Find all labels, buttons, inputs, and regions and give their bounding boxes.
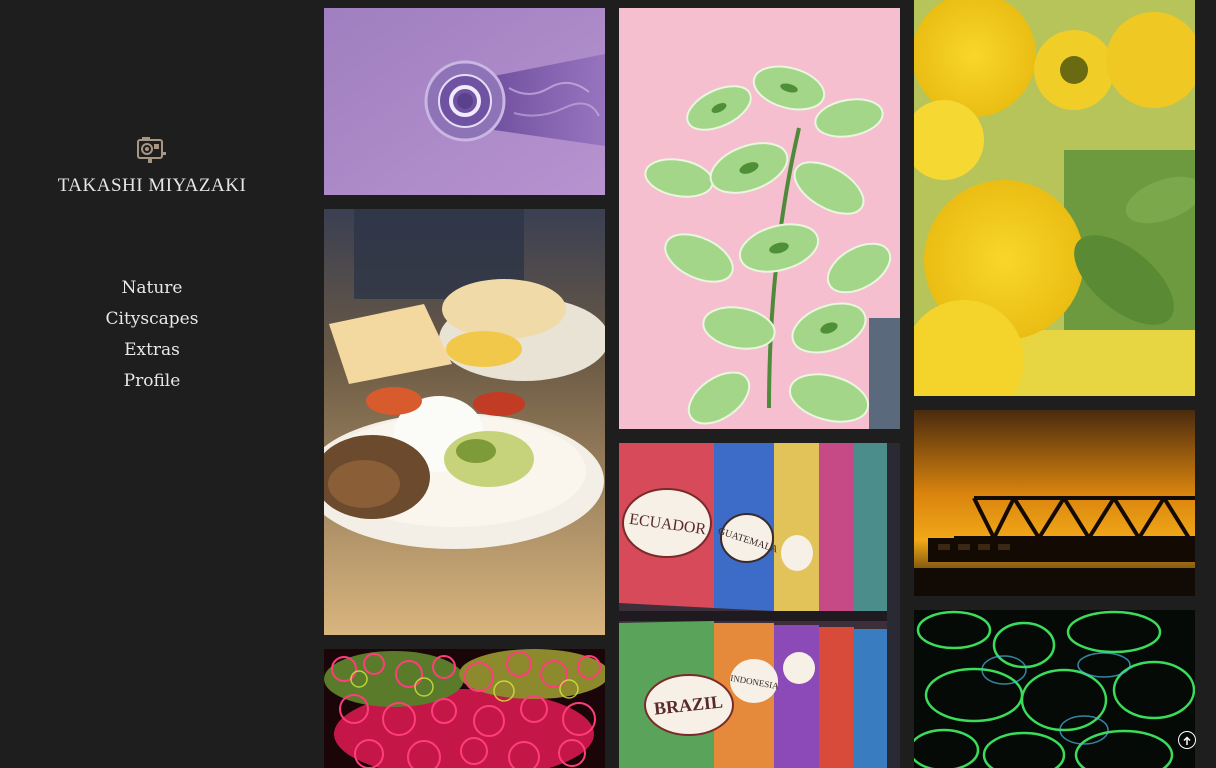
photo-coffee-bag-wall[interactable]: ECUADOR GUATEMALA BRAZIL INDONESIA xyxy=(619,443,900,768)
photo-plant-on-pink[interactable] xyxy=(619,8,900,429)
photo-glass-on-purple[interactable] xyxy=(324,8,605,195)
photo-sunflowers[interactable] xyxy=(914,0,1195,396)
photo-gallery: ECUADOR GUATEMALA BRAZIL INDONESIA xyxy=(0,0,1216,768)
arrow-up-circle-icon xyxy=(1182,731,1192,750)
scroll-to-top-button[interactable] xyxy=(1178,731,1196,749)
photo-bubbles-colorful[interactable] xyxy=(324,649,605,768)
photo-food-plate[interactable] xyxy=(324,209,605,635)
photo-bridge-sunset[interactable] xyxy=(914,410,1195,596)
photo-neon-bubbles[interactable] xyxy=(914,610,1195,768)
